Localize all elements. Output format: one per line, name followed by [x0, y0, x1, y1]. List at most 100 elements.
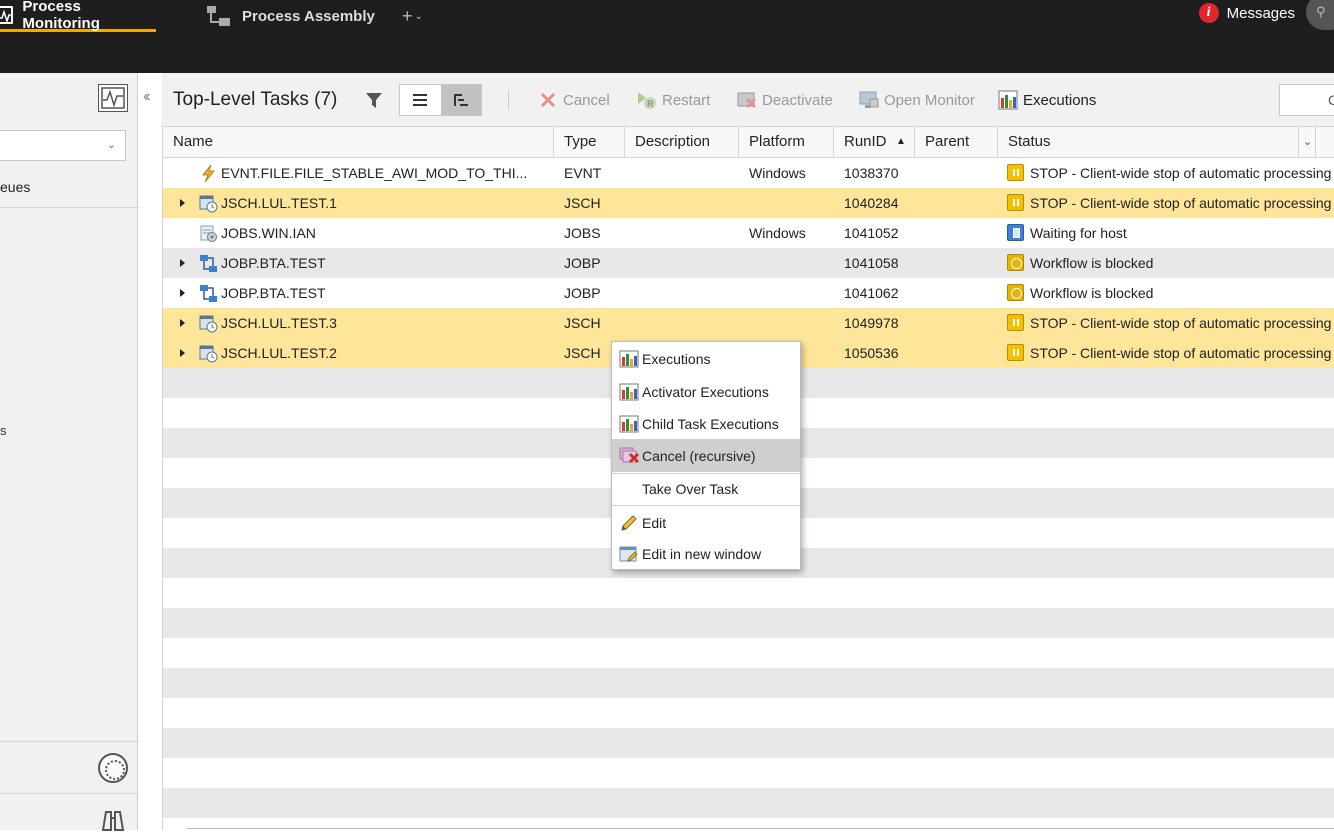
cell-runid: 1041062 — [844, 285, 899, 301]
open-monitor-label: Open Monitor — [884, 91, 975, 109]
sidebar-item-queues[interactable]: eues — [0, 179, 30, 195]
executions-label: Executions — [1023, 91, 1097, 109]
column-header-name[interactable]: Name — [163, 127, 554, 157]
binoculars-icon[interactable] — [99, 806, 127, 832]
menu-item-activator-executions[interactable]: Activator Executions — [612, 376, 800, 408]
cell-platform — [749, 308, 834, 338]
process-monitoring-icon — [0, 5, 14, 24]
divider — [0, 793, 137, 794]
executions-chart-icon — [619, 383, 639, 401]
menu-item-cancel-recursive[interactable]: Cancel (recursive) — [612, 440, 800, 472]
cell-description — [635, 188, 735, 218]
cell-description — [635, 278, 735, 308]
cell-runid: 1041058 — [844, 255, 899, 271]
table-row[interactable]: JSCH.LUL.TEST.3 JSCH 1049978 STOP - Client-… — [163, 308, 1334, 338]
gauge-icon[interactable] — [98, 753, 128, 783]
menu-item-edit-in-new-window[interactable]: Edit in new window — [612, 538, 800, 570]
messages-label: Messages — [1226, 4, 1295, 22]
cell-type: JSCH — [564, 315, 601, 331]
column-header-runid[interactable]: RunID ▲ — [834, 127, 915, 157]
monitor-view-button[interactable] — [98, 84, 128, 112]
filter-icon[interactable] — [365, 92, 383, 112]
menu-item-edit[interactable]: Edit — [612, 507, 800, 539]
tab-process-assembly[interactable]: Process Assembly — [206, 0, 375, 32]
cell-parent — [925, 308, 995, 338]
table-row[interactable]: JOBS.WIN.IAN JOBS Windows 1041052 Waiting fo… — [163, 218, 1334, 248]
menu-item-take-over-task[interactable]: Take Over Task — [612, 473, 800, 505]
cell-runid: 1041052 — [844, 225, 899, 241]
open-monitor-button[interactable]: Open Monitor — [859, 89, 975, 111]
tab-process-monitoring[interactable]: Process Monitoring — [0, 0, 156, 32]
toolbar-right-button[interactable]: C — [1279, 84, 1334, 116]
stop-status-icon — [1007, 344, 1024, 361]
menu-item-label: Edit — [642, 515, 667, 531]
tree-view-icon[interactable] — [440, 85, 481, 115]
expand-arrow-icon[interactable] — [180, 199, 185, 207]
chevron-down-icon[interactable]: ⌄ — [1298, 127, 1316, 157]
restart-icon: R — [637, 90, 657, 110]
cell-status: STOP - Client-wide stop of automatic pro… — [1030, 345, 1332, 361]
cell-status: Waiting for host — [1030, 225, 1127, 241]
table-row[interactable]: JSCH.LUL.TEST.1 JSCH 1040284 STOP - Client-… — [163, 188, 1334, 218]
empty-row — [163, 668, 1334, 698]
deactivate-button[interactable]: Deactivate — [737, 89, 833, 111]
event-lightning-icon — [199, 164, 218, 183]
cell-status: Workflow is blocked — [1030, 285, 1154, 301]
cell-parent — [925, 338, 995, 368]
expand-arrow-icon[interactable] — [180, 289, 185, 297]
empty-row — [163, 578, 1334, 608]
divider — [0, 207, 137, 208]
expand-arrow-icon[interactable] — [180, 319, 185, 327]
menu-item-label: Activator Executions — [642, 384, 769, 400]
sidebar-item-label[interactable]: s — [0, 423, 7, 438]
list-view-icon[interactable] — [400, 85, 441, 115]
tab-label: Process Monitoring — [22, 0, 100, 32]
add-tab-button[interactable]: + ⌄ — [402, 0, 423, 32]
cell-platform — [749, 248, 834, 278]
table-header: Name Type Description Platform RunID ▲ P… — [163, 126, 1334, 158]
empty-row — [163, 728, 1334, 758]
menu-item-label: Cancel (recursive) — [642, 448, 756, 464]
workflow-icon — [199, 284, 218, 303]
cell-status: STOP - Client-wide stop of automatic pro… — [1030, 165, 1332, 181]
cancel-button[interactable]: Cancel — [538, 89, 610, 111]
restart-button[interactable]: R Restart — [637, 89, 710, 111]
restart-label: Restart — [662, 91, 711, 109]
cell-type: JOBS — [564, 225, 601, 241]
horizontal-scrollbar[interactable] — [187, 828, 1334, 832]
expand-arrow-icon[interactable] — [180, 349, 185, 357]
menu-item-executions[interactable]: Executions — [612, 343, 800, 375]
edit-new-window-icon — [619, 545, 639, 563]
cell-platform: Windows — [749, 165, 806, 181]
table-row[interactable]: EVNT.FILE.FILE_STABLE_AWI_MOD_TO_THI... E… — [163, 158, 1334, 188]
cell-status: STOP - Client-wide stop of automatic pro… — [1030, 195, 1332, 211]
cell-name: JSCH.LUL.TEST.2 — [221, 345, 337, 361]
global-search-button[interactable]: ⚲ — [1306, 0, 1334, 30]
collapse-sidebar-icon[interactable]: ‹‹ — [143, 88, 150, 106]
info-icon: i — [1198, 3, 1219, 23]
column-header-status[interactable]: Status ⌄ — [998, 127, 1316, 157]
menu-item-child-task-executions[interactable]: Child Task Executions — [612, 408, 800, 440]
messages-button[interactable]: i Messages — [1198, 0, 1295, 26]
chevron-down-icon: ⌄ — [106, 139, 116, 151]
client-dropdown[interactable]: ⌄ — [0, 130, 126, 161]
executions-button[interactable]: Executions — [998, 89, 1096, 111]
column-header-platform[interactable]: Platform — [739, 127, 834, 157]
expand-arrow-icon[interactable] — [180, 259, 185, 267]
cell-runid: 1040284 — [844, 195, 899, 211]
menu-item-label: Executions — [642, 351, 711, 367]
column-header-type[interactable]: Type — [554, 127, 625, 157]
table-row[interactable]: JOBP.BTA.TEST JOBP 1041058 Workflow is bloc… — [163, 248, 1334, 278]
column-header-description[interactable]: Description — [625, 127, 739, 157]
cell-parent — [925, 248, 995, 278]
menu-item-label: Child Task Executions — [642, 416, 779, 432]
cancel-label: Cancel — [563, 91, 610, 109]
cell-description — [635, 248, 735, 278]
cell-name: JSCH.LUL.TEST.3 — [221, 315, 337, 331]
search-icon: ⚲ — [1316, 4, 1326, 19]
menu-item-label: Edit in new window — [642, 546, 762, 562]
plus-icon: + — [402, 5, 413, 26]
empty-row — [163, 608, 1334, 638]
table-row[interactable]: JOBP.BTA.TEST JOBP 1041062 Workflow is bloc… — [163, 278, 1334, 308]
column-header-parent[interactable]: Parent — [915, 127, 998, 157]
